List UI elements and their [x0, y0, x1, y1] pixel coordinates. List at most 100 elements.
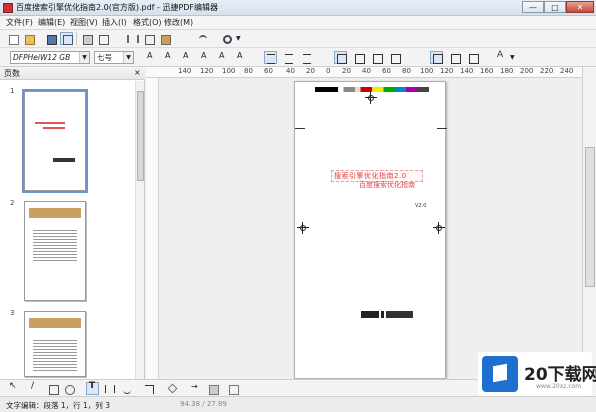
ruler-label: 120 [440, 67, 454, 75]
menu-insert[interactable]: 插入(I) [102, 17, 127, 28]
main-toolbar: ▼ [0, 30, 596, 48]
arrow-button[interactable]: → [188, 382, 201, 395]
rectangle-button[interactable] [46, 382, 59, 395]
text-frame-button[interactable] [102, 382, 115, 395]
paragraph-button[interactable] [448, 51, 461, 64]
menu-view[interactable]: 视图(V) [70, 17, 98, 28]
thumb-title-line [43, 127, 65, 129]
ruler-label: 60 [382, 67, 391, 75]
text-t-icon: T [89, 381, 96, 391]
menu-format[interactable]: 格式(O) [133, 17, 162, 28]
scrollbar-thumb[interactable] [137, 91, 144, 181]
text-tool-button[interactable]: T [86, 381, 99, 395]
registration-mark-icon [297, 222, 309, 234]
open-file-button[interactable] [22, 32, 35, 45]
menu-file[interactable]: 文件(F) [6, 17, 33, 28]
new-file-button[interactable] [6, 32, 19, 45]
maximize-button[interactable]: □ [544, 1, 566, 13]
document-version[interactable]: V2.0 [415, 203, 426, 209]
format-toolbar: DFPHeiW12 GB ▼ 七号 ▼ A A A A A A A ▼ [0, 48, 596, 67]
text-frame-icon [105, 385, 115, 393]
watermark-logo-icon [482, 356, 518, 392]
folder-icon [25, 35, 35, 45]
undo-button[interactable] [196, 32, 209, 45]
valign-top-button[interactable] [334, 51, 347, 64]
text-color-button[interactable]: A [494, 50, 507, 64]
thumb-logo [53, 158, 75, 162]
ruler-label: 60 [264, 67, 273, 75]
baidu-logo-icon [361, 311, 413, 318]
line-icon: / [31, 381, 35, 391]
align-right-button[interactable] [300, 51, 313, 64]
stamp-button[interactable] [226, 382, 239, 395]
char-scale-button[interactable]: A [162, 51, 175, 64]
status-bar: 文字编辑：段落 1，行 1，列 3 94.38 / 27.89 [0, 396, 596, 412]
align-left-button[interactable] [264, 51, 277, 64]
ruler-label: 100 [420, 67, 434, 75]
shape-button[interactable] [166, 382, 179, 395]
save-button[interactable] [44, 32, 57, 45]
scrollbar-thumb[interactable] [585, 147, 595, 287]
line-button[interactable]: / [28, 381, 41, 395]
select-button[interactable]: ↖ [6, 381, 19, 395]
close-icon[interactable]: × [134, 68, 141, 77]
text-box-icon [433, 54, 443, 64]
font-shrink-button[interactable]: A [198, 51, 211, 64]
fill-button[interactable] [206, 382, 219, 395]
indent-button[interactable] [388, 51, 401, 64]
magnifier-icon [223, 35, 232, 44]
baidu-logo [361, 310, 413, 319]
crop-mark [295, 128, 305, 129]
print-button[interactable] [80, 32, 93, 45]
columns-button[interactable] [466, 51, 479, 64]
ruler-label: 20 [306, 67, 315, 75]
curve-button[interactable] [120, 382, 133, 395]
zoom-dropdown-icon[interactable]: ▼ [236, 35, 241, 42]
fill-icon [209, 385, 219, 395]
ruler-label: 180 [500, 67, 514, 75]
paragraph-icon [451, 54, 461, 64]
site-watermark: 20下载网 www.20xz.com [478, 352, 596, 396]
arrow-icon: → [191, 382, 198, 391]
font-name-select[interactable]: DFPHeiW12 GB ▼ [10, 51, 90, 64]
menu-modify[interactable]: 修改(M) [164, 17, 193, 28]
properties-button[interactable] [96, 32, 109, 45]
page-thumbnail-3[interactable] [24, 311, 86, 377]
canvas-scrollbar[interactable] [582, 67, 596, 379]
scissors-icon [127, 35, 139, 43]
document-subtitle[interactable]: 百度搜索优化指南 [359, 180, 415, 190]
pages-scrollbar[interactable] [135, 81, 144, 379]
indent-icon [391, 54, 401, 64]
menu-edit[interactable]: 编辑(E) [38, 17, 65, 28]
pointer-icon: ↖ [9, 381, 17, 391]
paste-button[interactable] [158, 32, 171, 45]
subscript-button[interactable]: A [234, 51, 247, 64]
minimize-button[interactable]: — [522, 1, 544, 13]
text-color-dropdown-icon[interactable]: ▼ [510, 54, 515, 61]
valign-bottom-button[interactable] [370, 51, 383, 64]
copy-icon [145, 35, 155, 45]
save-icon [47, 35, 57, 45]
document-canvas[interactable]: 140 120 100 80 60 40 20 0 20 40 60 80 10… [146, 67, 582, 379]
font-grow-button[interactable]: A [180, 51, 193, 64]
ruler-label: 40 [286, 67, 295, 75]
ellipse-button[interactable] [62, 382, 75, 395]
valign-middle-button[interactable] [352, 51, 365, 64]
close-button[interactable]: ✕ [566, 1, 594, 13]
superscript-button[interactable]: A [216, 51, 229, 64]
align-center-button[interactable] [282, 51, 295, 64]
font-size-select[interactable]: 七号 ▼ [94, 51, 134, 64]
page-thumbnail-2[interactable] [24, 201, 86, 301]
connector-button[interactable] [142, 382, 155, 395]
page-thumbnail-1[interactable] [22, 89, 88, 193]
char-spacing-button[interactable]: A [144, 51, 157, 64]
cut-button[interactable] [124, 32, 139, 45]
text-a-icon: A [237, 51, 243, 60]
toolbar-separator [76, 32, 77, 45]
edit-mode-button[interactable] [60, 32, 73, 45]
copy-button[interactable] [142, 32, 155, 45]
pages-panel-title: 页数 [4, 69, 20, 78]
pdf-page[interactable]: 搜索引擎优化指南2.0 百度搜索优化指南 V2.0 [294, 81, 447, 379]
zoom-button[interactable] [220, 32, 233, 45]
text-box-button[interactable] [430, 51, 443, 64]
